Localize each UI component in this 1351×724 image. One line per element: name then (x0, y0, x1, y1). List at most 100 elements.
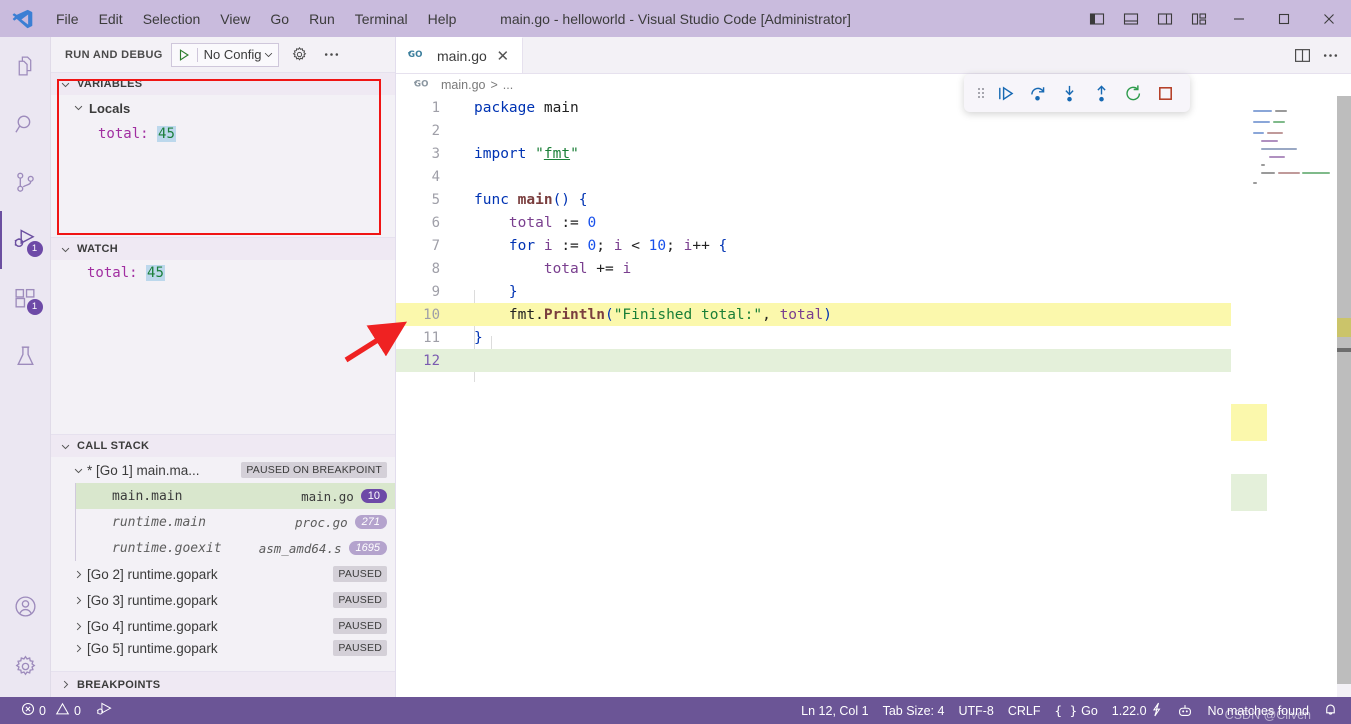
code-line[interactable]: 6 total := 0 (396, 211, 1351, 234)
line-number[interactable]: 1 (396, 100, 458, 116)
status-encoding[interactable]: UTF-8 (951, 697, 1000, 724)
menu-bar[interactable]: File Edit Selection View Go Run Terminal… (46, 8, 466, 30)
sidebar-item-search[interactable] (0, 95, 51, 153)
code-line[interactable]: 1 package main (396, 96, 1351, 119)
continue-icon[interactable] (990, 78, 1020, 108)
line-number[interactable]: 12 (396, 353, 458, 369)
debug-toolbar[interactable] (964, 74, 1190, 112)
code-line[interactable]: 4 (396, 165, 1351, 188)
step-out-icon[interactable] (1086, 78, 1116, 108)
menu-item-edit[interactable]: Edit (89, 8, 133, 30)
status-search-result[interactable]: No matches found (1201, 697, 1316, 724)
minimize-icon[interactable] (1216, 0, 1261, 37)
status-problems[interactable]: 0 0 (14, 697, 88, 724)
status-cursor-position[interactable]: Ln 12, Col 1 (794, 697, 875, 724)
watch-expression-row[interactable]: total: 45 (51, 260, 395, 286)
code-line[interactable]: 5 func main() { (396, 188, 1351, 211)
menu-item-terminal[interactable]: Terminal (345, 8, 418, 30)
status-eol[interactable]: CRLF (1001, 697, 1048, 724)
sidebar-item-source-control[interactable] (0, 153, 51, 211)
line-number[interactable]: 9 (396, 284, 458, 300)
menu-item-view[interactable]: View (210, 8, 260, 30)
status-debug-run[interactable] (88, 697, 121, 724)
line-content[interactable]: func main() { (458, 192, 1351, 208)
minimap[interactable] (1231, 96, 1337, 697)
code-line[interactable]: 7 for i := 0; i < 10; i++ { (396, 234, 1351, 257)
stop-icon[interactable] (1150, 78, 1180, 108)
callstack-pane-header[interactable]: CALL STACK (51, 434, 395, 457)
accounts-icon[interactable] (0, 577, 51, 635)
line-content[interactable]: import "fmt" (458, 146, 1351, 162)
callstack-thread-row[interactable]: * [Go 1] main.ma... PAUSED ON BREAKPOINT (51, 457, 395, 483)
code-line[interactable]: 11 } (396, 326, 1351, 349)
status-language-mode[interactable]: { } Go (1048, 697, 1105, 724)
callstack-thread-row[interactable]: [Go 3] runtime.gopark PAUSED (51, 587, 395, 613)
menu-item-run[interactable]: Run (299, 8, 345, 30)
editor-more-actions-icon[interactable] (1317, 42, 1343, 68)
customize-layout-icon[interactable] (1182, 0, 1216, 37)
tab-main-go[interactable]: GO main.go ✕ (396, 37, 523, 73)
status-notifications[interactable] (1316, 697, 1345, 724)
debug-settings-gear-icon[interactable] (287, 43, 311, 67)
line-number[interactable]: 8 (396, 261, 458, 277)
line-number[interactable]: 2 (396, 123, 458, 139)
code-line[interactable]: 9 } (396, 280, 1351, 303)
code-line-current-execution[interactable]: 10 fmt.Println("Finished total:", total) (396, 303, 1351, 326)
drag-handle-icon[interactable] (974, 85, 988, 101)
line-content[interactable]: } (458, 330, 1351, 346)
callstack-frame-row[interactable]: runtime.main proc.go 271 (76, 509, 395, 535)
callstack-frame-row[interactable]: main.main main.go 10 (76, 483, 395, 509)
line-number[interactable]: 7 (396, 238, 458, 254)
breakpoints-pane-header[interactable]: BREAKPOINTS (51, 671, 395, 697)
debug-configuration-selector[interactable]: No Config (170, 42, 280, 67)
close-icon[interactable] (1306, 0, 1351, 37)
line-content[interactable]: total := 0 (458, 215, 1351, 231)
settings-gear-icon[interactable] (0, 635, 51, 697)
code-editor[interactable]: 1 package main 2 3 import "fmt" 4 5 func… (396, 96, 1351, 697)
variables-scope-row[interactable]: Locals (51, 95, 395, 121)
step-into-icon[interactable] (1054, 78, 1084, 108)
callstack-frame-row[interactable]: runtime.goexit asm_amd64.s 1695 (76, 535, 395, 561)
line-number[interactable]: 11 (396, 330, 458, 346)
sidebar-item-run-and-debug[interactable]: 1 (0, 211, 51, 269)
breadcrumb[interactable]: GO main.go > ... (396, 74, 1351, 96)
sidebar-item-testing[interactable] (0, 327, 51, 385)
line-number[interactable]: 3 (396, 146, 458, 162)
sidebar-item-explorer[interactable] (0, 37, 51, 95)
line-number[interactable]: 6 (396, 215, 458, 231)
callstack-thread-row[interactable]: [Go 2] runtime.gopark PAUSED (51, 561, 395, 587)
maximize-icon[interactable] (1261, 0, 1306, 37)
sidebar-item-extensions[interactable]: 1 (0, 269, 51, 327)
line-content[interactable]: } (458, 284, 1351, 300)
menu-item-go[interactable]: Go (260, 8, 299, 30)
sidebar-more-actions-icon[interactable] (319, 43, 343, 67)
breadcrumb-file[interactable]: main.go (441, 78, 485, 92)
toggle-primary-sidebar-icon[interactable] (1080, 0, 1114, 37)
line-number[interactable]: 5 (396, 192, 458, 208)
menu-item-file[interactable]: File (46, 8, 89, 30)
variables-pane-header[interactable]: VARIABLES (51, 72, 395, 95)
status-go-version[interactable]: 1.22.0 (1105, 697, 1169, 724)
split-editor-icon[interactable] (1289, 42, 1315, 68)
callstack-thread-row[interactable]: [Go 5] runtime.gopark PAUSED (51, 639, 395, 657)
menu-item-help[interactable]: Help (418, 8, 467, 30)
editor-scrollbar[interactable] (1337, 96, 1351, 697)
close-icon[interactable]: ✕ (494, 47, 512, 65)
line-content[interactable]: package main (458, 100, 1351, 116)
variable-row[interactable]: total: 45 (51, 121, 395, 147)
code-line[interactable]: 3 import "fmt" (396, 142, 1351, 165)
step-over-icon[interactable] (1022, 78, 1052, 108)
toggle-secondary-sidebar-icon[interactable] (1148, 0, 1182, 37)
line-content[interactable]: total += i (458, 261, 1351, 277)
code-line[interactable]: 8 total += i (396, 257, 1351, 280)
code-line[interactable]: 2 (396, 119, 1351, 142)
line-content[interactable]: fmt.Println("Finished total:", total) (458, 307, 1351, 323)
line-number[interactable]: 4 (396, 169, 458, 185)
line-number[interactable]: 10 (396, 307, 458, 323)
watch-pane-header[interactable]: WATCH (51, 237, 395, 260)
status-indentation[interactable]: Tab Size: 4 (876, 697, 952, 724)
line-content[interactable]: for i := 0; i < 10; i++ { (458, 238, 1351, 254)
start-debugging-icon[interactable] (172, 47, 198, 62)
status-remote-icon[interactable] (1169, 697, 1201, 724)
restart-icon[interactable] (1118, 78, 1148, 108)
